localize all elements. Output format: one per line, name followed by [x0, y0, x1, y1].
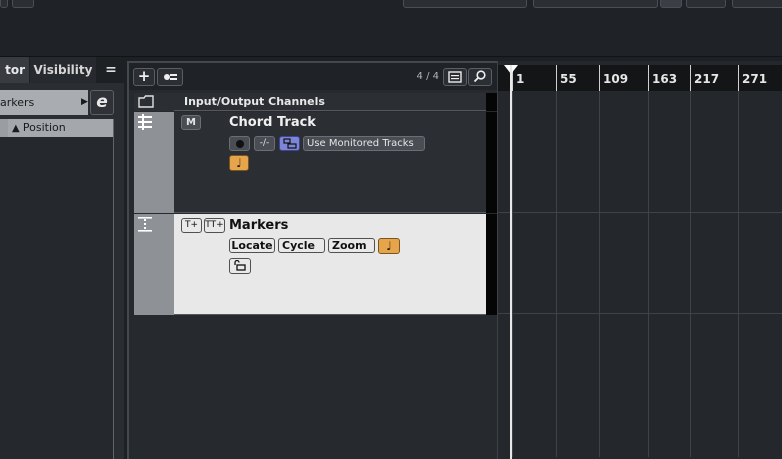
- music-note-icon: ♩: [386, 239, 392, 253]
- marker-track-icon: [138, 217, 152, 232]
- track-separator: [498, 212, 782, 213]
- bar-gridline: [648, 65, 649, 457]
- track-separator: [498, 313, 782, 314]
- track-row-io-channels[interactable]: Input/Output Channels: [134, 93, 497, 111]
- inspector-tabs: tor Visibility =: [0, 57, 124, 83]
- ruler-tick: [690, 65, 691, 91]
- voicing-icon: -∕-: [259, 138, 270, 148]
- chord-record-button[interactable]: [229, 136, 250, 151]
- musical-mode-button[interactable]: ♩: [378, 238, 400, 254]
- chord-follow-button[interactable]: [279, 136, 300, 151]
- edit-marker-window-icon[interactable]: e: [90, 90, 114, 115]
- section-label: arkers: [0, 96, 35, 109]
- project-cursor-line: [510, 65, 512, 459]
- mute-button[interactable]: M: [181, 115, 201, 130]
- project-window: 1 55 109 163 217 271: [497, 61, 782, 459]
- track-meter: [486, 93, 497, 111]
- toolbar-dropdown[interactable]: [533, 0, 658, 8]
- add-track-menu-button[interactable]: [157, 68, 183, 86]
- zoom-dropdown[interactable]: Zoom: [328, 238, 375, 253]
- track-presets-icon: [164, 74, 177, 80]
- column-header-label: Position: [22, 121, 66, 134]
- inspector-panel: tor Visibility = arkers ▶ e ▲ Position: [0, 57, 124, 459]
- inspector-menu-icon[interactable]: =: [102, 57, 120, 83]
- add-marker-button[interactable]: T+: [181, 218, 202, 233]
- ruler-bar-label: 55: [560, 72, 577, 86]
- bar-gridline: [599, 65, 600, 457]
- track-name[interactable]: Chord Track: [229, 115, 316, 130]
- inspector-section-markers[interactable]: arkers ▶: [0, 90, 88, 115]
- musical-mode-button[interactable]: ♩: [229, 155, 249, 171]
- track-meter: [486, 214, 497, 315]
- ruler-bar-label: 217: [694, 72, 720, 86]
- ruler-tick: [648, 65, 649, 91]
- marker-list-header: ▲ Position: [0, 119, 113, 137]
- bar-gridline: [690, 65, 691, 457]
- track-row-markers[interactable]: T+ TT+ Markers Locate Cycle Zoom ♩: [134, 214, 497, 315]
- track-name[interactable]: Markers: [229, 218, 288, 233]
- marker-list: ▲ Position: [0, 119, 114, 459]
- ruler-bar-label: 271: [742, 72, 768, 86]
- toolbar-button-right-2[interactable]: [686, 0, 726, 8]
- expand-arrow-icon: ▶: [81, 97, 88, 107]
- toolbar-button-center[interactable]: [403, 0, 527, 8]
- lock-icon: [234, 259, 246, 271]
- lock-button[interactable]: [229, 258, 251, 274]
- toolbar-button-left-1[interactable]: [0, 0, 8, 8]
- folder-icon: [138, 95, 154, 108]
- search-button[interactable]: [468, 68, 492, 86]
- track-row-chord[interactable]: M Chord Track -∕- Use Monitored Tracks ♩: [134, 112, 497, 213]
- bar-gridline: [556, 65, 557, 457]
- toolbar-button-right-3[interactable]: [732, 0, 782, 8]
- track-count: 4 / 4: [416, 71, 439, 82]
- track-meter: [486, 112, 497, 213]
- track-list-view-button[interactable]: [443, 68, 467, 86]
- add-track-button[interactable]: +: [133, 68, 155, 86]
- bar-gridline: [512, 65, 513, 457]
- top-toolbar: [0, 0, 782, 57]
- search-icon: [473, 70, 486, 83]
- track-list-toolbar: + 4 / 4: [129, 63, 497, 90]
- ruler-tick: [556, 65, 557, 91]
- toolbar-button-right-1[interactable]: [660, 0, 682, 8]
- toolbar-button-left-2[interactable]: [12, 0, 34, 8]
- chord-track-icon: [138, 114, 152, 130]
- tab-inspector[interactable]: tor: [0, 57, 29, 83]
- column-header-position[interactable]: ▲ Position: [8, 119, 113, 137]
- monitor-tracks-icon: [282, 138, 297, 149]
- ruler-bar-label: 109: [603, 72, 629, 86]
- ruler-tick: [599, 65, 600, 91]
- app-window: tor Visibility = arkers ▶ e ▲ Position +: [0, 0, 782, 459]
- record-dot-icon: [235, 140, 244, 148]
- tab-visibility[interactable]: Visibility: [30, 57, 96, 83]
- ruler-tick: [738, 65, 739, 91]
- add-cycle-marker-button[interactable]: TT+: [204, 218, 225, 233]
- list-icon: [448, 71, 462, 83]
- track-name[interactable]: Input/Output Channels: [184, 93, 325, 111]
- track-list: + 4 / 4 Input/Output Channels M Chord Tr…: [127, 61, 497, 459]
- sort-up-icon: ▲: [12, 123, 23, 134]
- music-note-icon: ♩: [236, 156, 242, 170]
- ruler-bar-label: 163: [652, 72, 678, 86]
- chord-voicing-button[interactable]: -∕-: [254, 136, 275, 151]
- locate-dropdown[interactable]: Locate: [229, 238, 275, 253]
- bar-gridline: [738, 65, 739, 457]
- cycle-dropdown[interactable]: Cycle: [278, 238, 325, 253]
- ruler-ticks: 1 55 109 163 217 271: [498, 61, 782, 459]
- use-monitored-tracks-dropdown[interactable]: Use Monitored Tracks: [303, 136, 425, 151]
